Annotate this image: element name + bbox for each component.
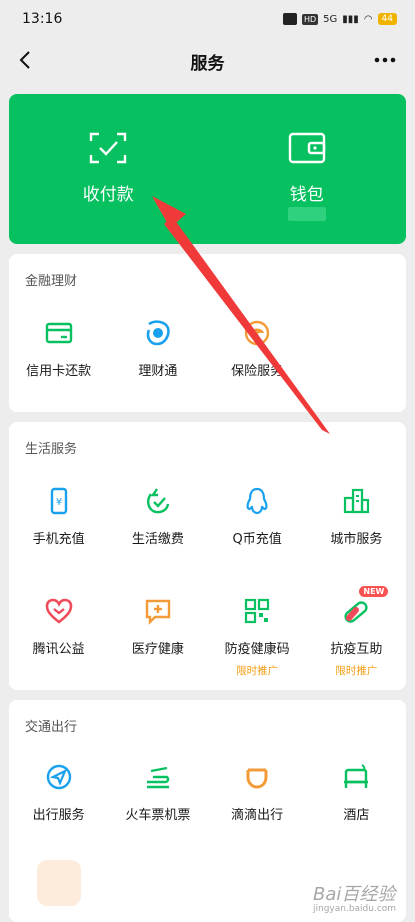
qr-code-icon xyxy=(245,598,270,624)
grid-item-bill-pay[interactable]: 生活缴费 xyxy=(108,486,207,547)
status-bar: 13:16 HD 5G ▮▮▮ ◠ 44 xyxy=(0,0,415,38)
grid-item-label: 理财通 xyxy=(138,364,178,379)
grid-item-label: 城市服务 xyxy=(330,532,383,547)
new-badge: NEW xyxy=(359,586,389,597)
grid-item-label: Q币充值 xyxy=(232,532,282,547)
more-dots-icon xyxy=(374,57,396,63)
insurance-umbrella-icon xyxy=(244,320,270,346)
charity-heart-icon xyxy=(45,598,72,624)
grid-item-train-plane[interactable]: 火车票机票 xyxy=(108,762,207,823)
grid-item-medical[interactable]: 医疗健康 xyxy=(108,596,207,678)
grid-item-city-services[interactable]: 城市服务 xyxy=(307,486,406,547)
phone-topup-icon: ¥ xyxy=(50,487,67,515)
wifi-icon: ◠ xyxy=(363,13,373,25)
scan-check-icon xyxy=(90,132,127,164)
grid-item-health-code[interactable]: 防疫健康码 限时推广 xyxy=(208,596,307,678)
grid-item-label: 信用卡还款 xyxy=(26,364,92,379)
status-time: 13:16 xyxy=(22,11,63,27)
grid-item-label: 医疗健康 xyxy=(131,642,184,657)
receive-pay-button[interactable]: 收付款 xyxy=(9,94,208,244)
transport-grid: 出行服务 火车票机票 滴滴出行 酒店 xyxy=(9,762,406,823)
network-label: 5G xyxy=(323,13,338,25)
bill-pay-icon xyxy=(146,488,170,514)
status-icons: HD 5G ▮▮▮ ◠ 44 xyxy=(282,13,397,25)
section-title: 生活服务 xyxy=(25,442,78,457)
grid-item-didi[interactable]: 滴滴出行 xyxy=(208,762,307,823)
grid-item-charity[interactable]: 腾讯公益 xyxy=(9,596,108,678)
watermark-text: Bai百经验 xyxy=(313,884,396,905)
grid-item-label: 生活缴费 xyxy=(131,532,184,547)
grid-item-credit-card-repay[interactable]: 信用卡还款 xyxy=(9,318,108,379)
wallet-label: 钱包 xyxy=(289,185,324,205)
grid-item-label: 滴滴出行 xyxy=(231,808,284,823)
hotel-bed-icon xyxy=(344,764,369,788)
grid-item-q-coin[interactable]: Q币充值 xyxy=(208,486,307,547)
qq-penguin-icon xyxy=(246,487,268,515)
wallet-button[interactable]: 钱包 xyxy=(208,94,407,244)
wallet-balance-blur xyxy=(287,207,326,221)
didi-icon xyxy=(246,768,268,789)
grid-item-insurance[interactable]: 保险服务 xyxy=(208,318,307,379)
hd-icon: HD xyxy=(301,13,319,25)
grid-item-label: 保险服务 xyxy=(231,364,284,379)
pill-icon xyxy=(344,601,368,623)
promo-tag: 限时推广 xyxy=(236,665,279,677)
life-grid-row-2: 腾讯公益 医疗健康 防疫健康码 限时推广 NEW 抗疫互助 限时推广 xyxy=(9,586,406,678)
section-title: 金融理财 xyxy=(25,274,78,289)
wallet-icon xyxy=(288,132,325,164)
grid-item-label: 火车票机票 xyxy=(125,808,191,823)
medical-plus-icon xyxy=(145,599,171,625)
chevron-left-icon xyxy=(19,51,30,69)
grid-item-phone-topup[interactable]: ¥ 手机充值 xyxy=(9,486,108,547)
grid-item-hotel[interactable]: 酒店 xyxy=(307,762,406,823)
grid-item-label: 抗疫互助 xyxy=(330,642,383,657)
alarm-icon xyxy=(282,13,297,25)
grid-item-label: 酒店 xyxy=(343,808,370,823)
grid-item-label: 腾讯公益 xyxy=(32,642,85,657)
grid-item-wealth[interactable]: 理财通 xyxy=(108,318,207,379)
nav-bar: 服务 xyxy=(0,38,415,84)
icon-wrap: NEW xyxy=(341,586,389,626)
wallet-card: 收付款 钱包 xyxy=(9,94,406,244)
grid-item-travel[interactable]: 出行服务 xyxy=(9,762,108,823)
back-button[interactable] xyxy=(12,46,40,74)
next-row-icon-partial xyxy=(37,860,81,906)
life-section: 生活服务 ¥ 手机充值 生活缴费 Q币充值 城市服务 腾讯公益 医疗健康 防疫健… xyxy=(9,422,406,690)
promo-tag: 限时推广 xyxy=(335,665,378,677)
svg-text:¥: ¥ xyxy=(55,497,61,508)
signal-icon: ▮▮▮ xyxy=(342,13,359,25)
more-button[interactable] xyxy=(371,46,399,74)
page-title: 服务 xyxy=(190,53,225,74)
grid-item-label: 出行服务 xyxy=(32,808,85,823)
grid-item-epidemic-mutual-aid[interactable]: NEW 抗疫互助 限时推广 xyxy=(307,586,406,678)
wealth-icon xyxy=(146,320,170,346)
receive-pay-label: 收付款 xyxy=(82,185,134,205)
finance-section: 金融理财 信用卡还款 理财通 保险服务 xyxy=(9,254,406,412)
train-plane-icon xyxy=(146,766,170,789)
grid-item-label: 防疫健康码 xyxy=(224,642,290,657)
navigation-arrow-icon xyxy=(46,764,71,790)
watermark: Bai百经验 jingyan.baidu.com xyxy=(313,880,409,916)
grid-item-label: 手机充值 xyxy=(32,532,85,547)
watermark-sub: jingyan.baidu.com xyxy=(313,904,397,914)
life-grid-row-1: ¥ 手机充值 生活缴费 Q币充值 城市服务 xyxy=(9,486,406,547)
section-title: 交通出行 xyxy=(25,720,78,735)
battery-icon: 44 xyxy=(377,13,397,25)
finance-grid: 信用卡还款 理财通 保险服务 xyxy=(9,318,406,379)
credit-card-icon xyxy=(45,322,72,344)
city-buildings-icon xyxy=(344,488,370,514)
